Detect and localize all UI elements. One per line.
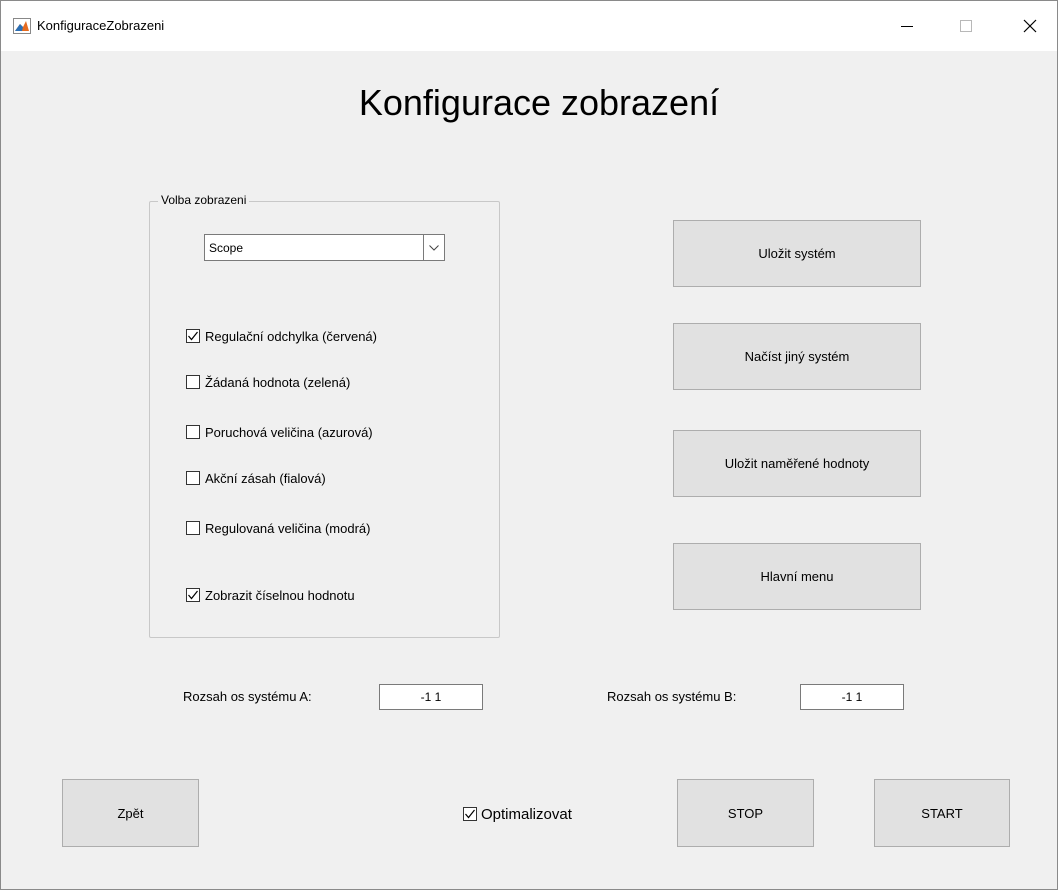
client-area: Konfigurace zobrazení Volba zobrazeni Sc… <box>1 51 1057 889</box>
back-button[interactable]: Zpět <box>62 779 199 847</box>
checkbox-label: Akční zásah (fialová) <box>205 470 326 486</box>
checkbox-control-error[interactable]: Regulační odchylka (červená) <box>186 327 377 345</box>
maximize-button[interactable] <box>943 1 989 51</box>
chevron-down-icon[interactable] <box>423 235 444 260</box>
window-title: KonfiguraceZobrazeni <box>37 18 165 33</box>
page-title: Konfigurace zobrazení <box>358 82 720 123</box>
close-button[interactable] <box>1007 1 1053 51</box>
checkbox-setpoint[interactable]: Žádaná hodnota (zelená) <box>186 373 350 391</box>
maximize-icon <box>960 20 972 32</box>
start-button[interactable]: START <box>874 779 1010 847</box>
minimize-button[interactable] <box>884 1 930 51</box>
checkbox-box[interactable] <box>186 329 200 343</box>
display-type-select[interactable]: Scope <box>204 234 445 261</box>
save-system-button[interactable]: Uložit systém <box>673 220 921 287</box>
checkbox-label: Regulační odchylka (červená) <box>205 328 377 344</box>
select-value: Scope <box>209 241 244 255</box>
checkbox-label: Poruchová veličina (azurová) <box>205 424 373 440</box>
checkbox-label: Žádaná hodnota (zelená) <box>205 374 351 390</box>
save-measured-values-button[interactable]: Uložit naměřené hodnoty <box>673 430 921 497</box>
main-menu-button[interactable]: Hlavní menu <box>673 543 921 610</box>
range-b-input[interactable]: -1 1 <box>800 684 904 710</box>
checkbox-box[interactable] <box>186 375 200 389</box>
checkbox-label: Zobrazit číselnou hodnotu <box>205 587 355 603</box>
checkbox-box[interactable] <box>186 588 200 602</box>
checkbox-label: Regulovaná veličina (modrá) <box>205 520 371 536</box>
checkbox-disturbance[interactable]: Poruchová veličina (azurová) <box>186 423 373 441</box>
checkbox-box[interactable] <box>186 471 200 485</box>
checkbox-control-action[interactable]: Akční zásah (fialová) <box>186 469 326 487</box>
checkbox-box[interactable] <box>186 521 200 535</box>
title-bar[interactable]: KonfiguraceZobrazeni <box>1 1 1057 51</box>
optimize-checkbox[interactable]: Optimalizovat <box>463 804 572 824</box>
matlab-icon <box>13 18 31 34</box>
load-system-button[interactable]: Načíst jiný systém <box>673 323 921 390</box>
close-icon <box>1023 19 1037 33</box>
range-b-label: Rozsah os systému B: <box>607 689 737 704</box>
app-window: KonfiguraceZobrazeni Konfigurace zobraze… <box>0 0 1058 890</box>
range-a-input[interactable]: -1 1 <box>379 684 483 710</box>
stop-button[interactable]: STOP <box>677 779 814 847</box>
checkbox-box[interactable] <box>463 807 477 821</box>
panel-legend: Volba zobrazeni <box>158 193 250 207</box>
checkbox-box[interactable] <box>186 425 200 439</box>
minimize-icon <box>901 26 913 27</box>
checkbox-controlled-variable[interactable]: Regulovaná veličina (modrá) <box>186 519 370 537</box>
optimize-label: Optimalizovat <box>481 805 572 823</box>
display-options-panel: Volba zobrazeni Scope Regulační odchylka… <box>149 193 500 638</box>
range-a-label: Rozsah os systému A: <box>183 689 312 704</box>
checkbox-show-numeric[interactable]: Zobrazit číselnou hodnotu <box>186 586 355 604</box>
